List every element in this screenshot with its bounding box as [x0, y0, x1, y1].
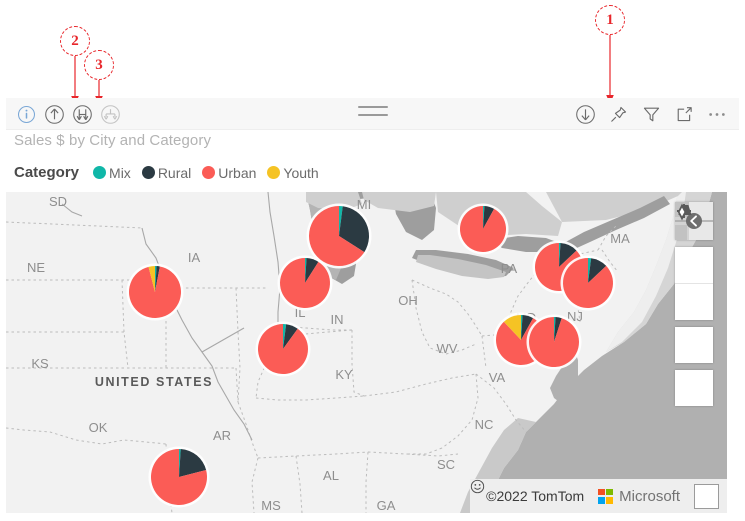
- focus-mode-icon[interactable]: [672, 102, 696, 126]
- microsoft-logo: Microsoft: [598, 488, 680, 505]
- drill-down-expand-icon[interactable]: [70, 102, 94, 126]
- pie-slice[interactable]: [258, 324, 309, 374]
- pin-icon[interactable]: [606, 102, 630, 126]
- legend-label-youth: Youth: [283, 164, 319, 181]
- legend-swatch-rural: [141, 166, 155, 179]
- pie-marker[interactable]: [148, 446, 210, 508]
- legend-swatch-youth: [267, 166, 281, 179]
- legend-label-urban: Urban: [218, 164, 257, 181]
- legend-label-rural: Rural: [157, 164, 192, 181]
- pie-slice[interactable]: [460, 206, 506, 252]
- zoom-controls-group: [675, 204, 713, 320]
- annotation-marker-3: 3: [84, 50, 114, 80]
- annotation-marker-3-label: 3: [95, 56, 103, 73]
- pie-marker[interactable]: [560, 255, 616, 311]
- zoom-in-button[interactable]: [675, 204, 713, 283]
- pitch-control-group: [675, 205, 713, 363]
- expand-all-icon[interactable]: [98, 102, 122, 126]
- visual-drag-handle[interactable]: [357, 106, 388, 116]
- drill-up-icon[interactable]: [42, 102, 66, 126]
- map-controls: [675, 202, 713, 406]
- tomtom-copyright: ©2022 TomTom: [486, 488, 585, 504]
- legend-label-mix: Mix: [109, 164, 131, 181]
- more-options-icon[interactable]: [705, 102, 729, 126]
- pie-marker[interactable]: [126, 263, 184, 321]
- legend-item-rural[interactable]: Rural: [141, 164, 192, 181]
- pie-marker[interactable]: [255, 321, 311, 377]
- legend-item-mix[interactable]: Mix: [93, 165, 131, 181]
- pitch-button[interactable]: [675, 205, 713, 363]
- drill-down-toggle-icon[interactable]: [573, 102, 597, 126]
- legend-swatch-urban: [202, 166, 216, 179]
- filter-icon[interactable]: [639, 102, 663, 126]
- annotation-marker-1-label: 1: [606, 11, 614, 28]
- visual-header-toolbar: [6, 98, 739, 130]
- legend-item-youth[interactable]: Youth: [267, 164, 319, 181]
- annotation-marker-2-label: 2: [71, 32, 79, 49]
- info-icon[interactable]: [14, 102, 38, 126]
- pie-marker-layer[interactable]: [6, 192, 727, 513]
- page-title: Sales $ by City and Category: [14, 132, 212, 149]
- pie-slice[interactable]: [529, 317, 579, 367]
- visual-header-left-group: [14, 102, 122, 126]
- microsoft-wordmark: Microsoft: [619, 487, 680, 505]
- pie-marker[interactable]: [306, 203, 372, 269]
- pie-marker[interactable]: [457, 203, 509, 255]
- zoom-out-button[interactable]: [675, 210, 713, 320]
- legend-title: Category: [14, 164, 80, 181]
- legend: Category Mix Rural Urban Youth: [14, 164, 330, 181]
- annotation-arrow-1: [604, 35, 616, 105]
- legend-swatch-mix: [93, 166, 107, 179]
- legend-item-urban[interactable]: Urban: [202, 165, 256, 181]
- visual-header-right-group: [573, 102, 729, 126]
- annotation-marker-2: 2: [60, 26, 90, 56]
- map-canvas[interactable]: SD NE IA KS OK AR MI IL IN KY OH WV VA P…: [6, 192, 727, 513]
- smiley-feedback-icon[interactable]: [471, 479, 719, 509]
- pie-slice[interactable]: [280, 258, 330, 308]
- annotation-marker-1: 1: [595, 5, 625, 35]
- pie-marker[interactable]: [526, 314, 582, 370]
- map-attribution-bar: ©2022 TomTom Microsoft: [470, 479, 727, 513]
- rotate-control-group: [675, 203, 713, 406]
- rotate-button[interactable]: [675, 203, 713, 406]
- microsoft-logo-squares: [598, 488, 614, 504]
